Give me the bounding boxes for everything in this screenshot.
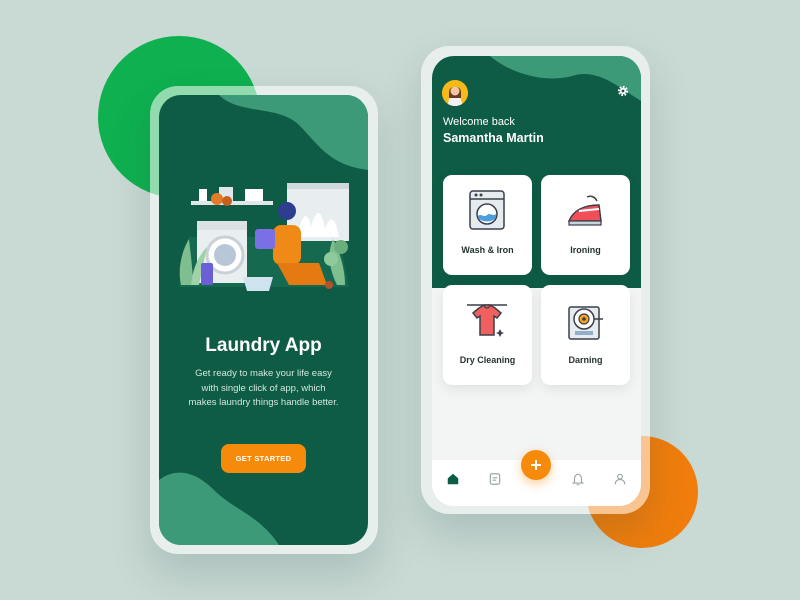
laundry-illustration <box>179 183 349 291</box>
user-portrait-icon <box>442 80 468 106</box>
get-started-button[interactable]: GET STARTED <box>221 444 306 473</box>
service-label: Darning <box>568 355 603 365</box>
service-label: Wash & Iron <box>461 245 514 255</box>
user-name: Samantha Martin <box>443 131 544 145</box>
service-card-dry-cleaning[interactable]: Dry Cleaning <box>443 285 532 385</box>
profile-icon[interactable] <box>613 472 627 486</box>
service-card-ironing[interactable]: Ironing <box>541 175 630 275</box>
home-screen: Welcome back Samantha Martin Wash & Iron… <box>432 56 641 506</box>
service-card-darning[interactable]: Darning <box>541 285 630 385</box>
service-label: Ironing <box>570 245 601 255</box>
bell-icon[interactable] <box>571 472 585 486</box>
orders-icon[interactable] <box>488 472 502 486</box>
onboarding-screen: Laundry App Get ready to make your life … <box>159 95 368 545</box>
app-description: Get ready to make your life easy with si… <box>188 368 339 408</box>
iron-icon <box>567 195 602 226</box>
app-title: Laundry App <box>205 335 322 356</box>
sewing-machine-icon <box>568 306 603 340</box>
home-icon[interactable] <box>446 472 460 486</box>
add-icon <box>531 460 541 470</box>
avatar[interactable] <box>442 80 468 106</box>
service-label: Dry Cleaning <box>459 355 516 365</box>
service-card-wash-iron[interactable]: Wash & Iron <box>443 175 532 275</box>
background-blobs <box>159 95 368 545</box>
add-button[interactable] <box>521 450 551 480</box>
washing-machine-icon <box>469 190 505 230</box>
shirt-hanger-icon <box>467 304 507 337</box>
welcome-text: Welcome back <box>443 116 515 128</box>
gear-icon[interactable] <box>616 84 630 98</box>
